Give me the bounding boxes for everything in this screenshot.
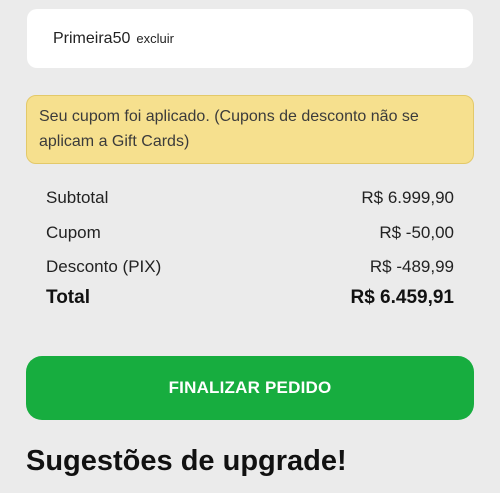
coupon-row: Cupom R$ -50,00 xyxy=(46,223,454,243)
total-value: R$ 6.459,91 xyxy=(350,287,454,308)
coupon-label: Cupom xyxy=(46,223,101,242)
subtotal-label: Subtotal xyxy=(46,188,109,207)
discount-row: Desconto (PIX) R$ -489,99 xyxy=(46,257,454,277)
remove-coupon-link[interactable]: excluir xyxy=(136,31,174,46)
upgrade-suggestions-title: Sugestões de upgrade! xyxy=(26,445,347,477)
subtotal-value: R$ 6.999,90 xyxy=(361,188,454,207)
total-row: Total R$ 6.459,91 xyxy=(46,287,454,309)
coupon-value: R$ -50,00 xyxy=(379,223,454,242)
coupon-applied-notice: Seu cupom foi aplicado. (Cupons de desco… xyxy=(26,95,474,164)
coupon-code: Primeira50 xyxy=(53,29,131,47)
discount-label: Desconto (PIX) xyxy=(46,257,162,276)
subtotal-row: Subtotal R$ 6.999,90 xyxy=(46,188,454,208)
discount-value: R$ -489,99 xyxy=(369,257,454,276)
total-label: Total xyxy=(46,287,90,308)
applied-coupon-card: Primeira50 excluir xyxy=(27,9,473,68)
finalize-order-button[interactable]: FINALIZAR PEDIDO xyxy=(26,356,474,420)
